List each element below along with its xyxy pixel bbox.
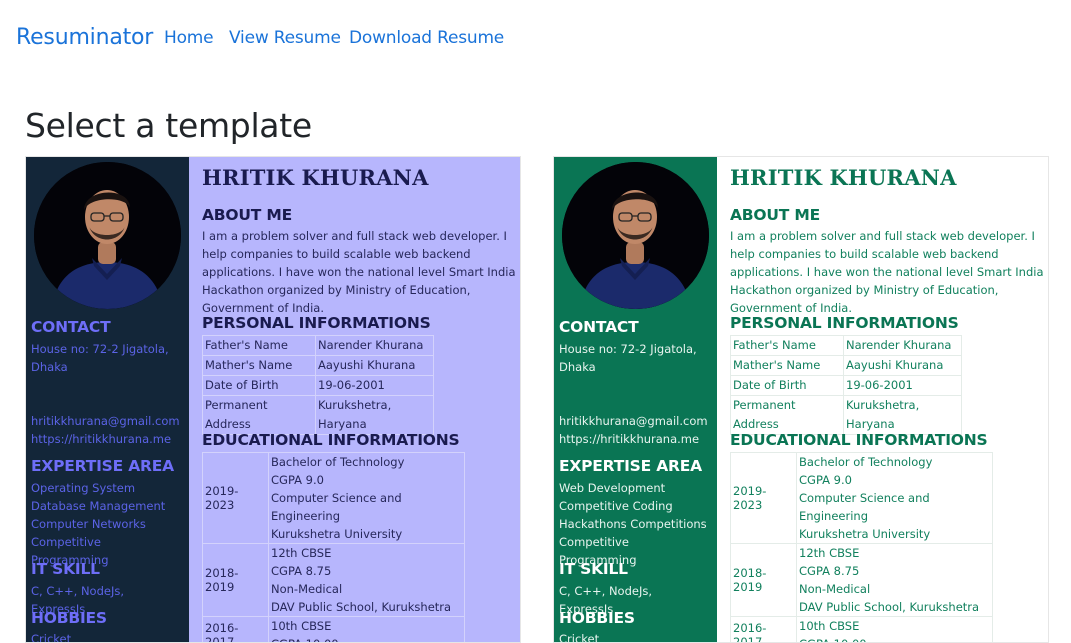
expertise-item: Computer Networks	[31, 517, 146, 531]
table-row: Permanent Address Kurukshetra, Haryana	[730, 395, 962, 435]
hobbies-text: Cricket	[31, 632, 72, 643]
contact-website: https://hritikkhurana.me	[31, 432, 172, 446]
table-row: 2018-2019 12th CBSE CGPA 8.75 Non-Medica…	[202, 543, 465, 617]
education-heading: EDUCATIONAL INFORMATIONS	[202, 431, 460, 449]
expertise-item: Operating System	[31, 481, 136, 495]
contact-email: hritikkhurana@gmail.com	[559, 414, 708, 428]
about-heading: ABOUT ME	[730, 206, 820, 224]
table-row: 2016-2017 10th CBSE CGPA 10.00	[730, 616, 993, 642]
about-text: I am a problem solver and full stack web…	[202, 229, 516, 315]
expertise-item: Hackathons Competitions	[559, 517, 707, 531]
resume-sidebar: CONTACT House no: 72-2 Jigatola, Dhaka h…	[26, 157, 189, 642]
table-row: Date of Birth 19-06-2001	[730, 375, 962, 396]
hobbies-heading: HOBBIES	[559, 609, 635, 627]
nav-view-resume-link[interactable]: View Resume	[229, 28, 341, 48]
brand-link[interactable]: Resuminator	[16, 25, 153, 50]
table-row: Father's Name Narender Khurana	[730, 335, 962, 356]
education-heading: EDUCATIONAL INFORMATIONS	[730, 431, 988, 449]
table-row: 2016-2017 10th CBSE CGPA 10.00	[202, 616, 465, 642]
table-row: 2019-2023 Bachelor of Technology CGPA 9.…	[202, 452, 465, 544]
personal-table: Father's Name Narender Khurana Mather's N…	[202, 335, 434, 435]
resume-sidebar: CONTACT House no: 72-2 Jigatola, Dhaka h…	[554, 157, 717, 642]
contact-address: House no: 72-2 Jigatola, Dhaka	[31, 342, 169, 374]
table-row: 2019-2023 Bachelor of Technology CGPA 9.…	[730, 452, 993, 544]
resume-name: HRITIK KHURANA	[730, 165, 957, 190]
expertise-item: Database Management	[31, 499, 166, 513]
contact-heading: CONTACT	[31, 318, 111, 336]
table-row: Mather's Name Aayushi Khurana	[202, 355, 434, 376]
education-table: 2019-2023 Bachelor of Technology CGPA 9.…	[202, 452, 465, 642]
personal-table: Father's Name Narender Khurana Mather's N…	[730, 335, 962, 435]
resume-main: HRITIK KHURANA ABOUT ME I am a problem s…	[189, 157, 520, 642]
hobbies-text: Cricket	[559, 632, 600, 643]
table-row: Mather's Name Aayushi Khurana	[730, 355, 962, 376]
template-card-1[interactable]: CONTACT House no: 72-2 Jigatola, Dhaka h…	[25, 156, 521, 643]
page-title: Select a template	[25, 106, 312, 145]
itskill-heading: IT SKILL	[559, 560, 628, 578]
hobbies-heading: HOBBIES	[31, 609, 107, 627]
profile-photo	[562, 162, 709, 309]
itskill-heading: IT SKILL	[31, 560, 100, 578]
expertise-heading: EXPERTISE AREA	[559, 457, 702, 475]
personal-heading: PERSONAL INFORMATIONS	[730, 314, 959, 332]
profile-photo	[34, 162, 181, 309]
resume-name: HRITIK KHURANA	[202, 165, 429, 190]
about-heading: ABOUT ME	[202, 206, 292, 224]
contact-heading: CONTACT	[559, 318, 639, 336]
table-row: Date of Birth 19-06-2001	[202, 375, 434, 396]
about-text: I am a problem solver and full stack web…	[730, 229, 1044, 315]
expertise-heading: EXPERTISE AREA	[31, 457, 174, 475]
personal-heading: PERSONAL INFORMATIONS	[202, 314, 431, 332]
table-row: Permanent Address Kurukshetra, Haryana	[202, 395, 434, 435]
nav-home-link[interactable]: Home	[164, 28, 214, 48]
template-card-2[interactable]: CONTACT House no: 72-2 Jigatola, Dhaka h…	[553, 156, 1049, 643]
navbar: Resuminator Home View Resume Download Re…	[0, 0, 1071, 78]
table-row: 2018-2019 12th CBSE CGPA 8.75 Non-Medica…	[730, 543, 993, 617]
table-row: Father's Name Narender Khurana	[202, 335, 434, 356]
expertise-item: Competitive Coding	[559, 499, 673, 513]
resume-main: HRITIK KHURANA ABOUT ME I am a problem s…	[717, 157, 1048, 642]
education-table: 2019-2023 Bachelor of Technology CGPA 9.…	[730, 452, 993, 642]
nav-download-resume-link[interactable]: Download Resume	[349, 28, 504, 48]
contact-email: hritikkhurana@gmail.com	[31, 414, 180, 428]
expertise-item: Web Development	[559, 481, 666, 495]
contact-address: House no: 72-2 Jigatola, Dhaka	[559, 342, 697, 374]
contact-website: https://hritikkhurana.me	[559, 432, 700, 446]
